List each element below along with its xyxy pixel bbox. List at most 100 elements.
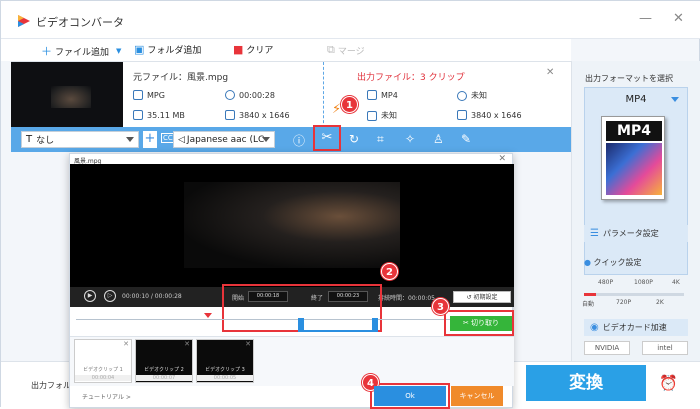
clear-label: クリア bbox=[246, 46, 274, 56]
file-size-icon bbox=[367, 110, 377, 121]
range-start-handle[interactable] bbox=[298, 318, 304, 332]
file-size-icon bbox=[133, 110, 143, 120]
cut-button[interactable]: ✂ 切り取り bbox=[450, 316, 512, 331]
file-row[interactable]: 元ファイル：風景.mpg MPG 00:00:28 35.11 MB 3840 … bbox=[11, 61, 571, 128]
src-format: MPG bbox=[133, 90, 165, 100]
src-size: 35.11 MB bbox=[133, 110, 185, 120]
app-window: ビデオコンバータ — ✕ ＋ ファイル追加 ▼ ▣ フォルダ追加 ■ クリア ⧉… bbox=[0, 0, 700, 409]
audio-track-select[interactable]: ◁ Japanese aac (LC bbox=[173, 131, 275, 148]
source-file-label: 元ファイル：風景.mpg bbox=[133, 73, 229, 83]
timeline-track[interactable] bbox=[76, 319, 506, 320]
video-frame bbox=[184, 182, 400, 268]
remove-file-icon[interactable]: ✕ bbox=[546, 67, 554, 78]
intel-toggle[interactable]: intel bbox=[642, 341, 688, 355]
step-forward-icon[interactable]: ▷ bbox=[104, 290, 116, 302]
tutorial-link[interactable]: チュートリアル > bbox=[82, 392, 131, 401]
current-time: 00:00:10 / 00:00:28 bbox=[122, 293, 182, 300]
trash-icon: ■ bbox=[233, 43, 244, 56]
video-file-icon bbox=[367, 90, 377, 100]
remove-clip-icon[interactable]: ✕ bbox=[245, 340, 251, 348]
output-file-label: 出力ファイル：3 クリップ bbox=[357, 73, 465, 83]
subtitle-edit-icon[interactable]: ✎ bbox=[461, 132, 471, 146]
reset-icon: ↺ bbox=[466, 294, 472, 301]
add-file-label: ファイル追加 bbox=[55, 47, 110, 58]
right-panel: 出力フォーマットを選択 MP4 MP4 ☰ パラメータ設定 ● クイック設定 4… bbox=[571, 61, 700, 361]
parameter-settings-button[interactable]: ☰ パラメータ設定 bbox=[584, 225, 688, 242]
clip-item[interactable]: ✕ ビデオクリップ 2 00:00:07 bbox=[135, 339, 193, 383]
merge-label: マージ bbox=[337, 46, 365, 57]
clock-icon bbox=[457, 90, 467, 101]
add-folder-label: フォルダ追加 bbox=[147, 46, 202, 56]
nvidia-toggle[interactable]: NVIDIA bbox=[584, 341, 630, 355]
edit-toolbar: T なし + CC ◁ Japanese aac (LC ⓘ ↻ ⌗ ✧ ♙ ✎ bbox=[11, 127, 571, 152]
quality-slider[interactable] bbox=[584, 293, 684, 296]
video-preview[interactable] bbox=[70, 164, 514, 287]
close-dialog-icon[interactable]: ✕ bbox=[498, 154, 506, 164]
clip-item[interactable]: ✕ ビデオクリップ 1 00:00:04 bbox=[74, 339, 132, 383]
callout-1: 1 bbox=[341, 96, 358, 113]
ok-button[interactable]: Ok bbox=[374, 386, 446, 406]
format-art bbox=[606, 143, 662, 195]
merge-button[interactable]: ⧉ マージ bbox=[327, 43, 365, 57]
plus-icon: ＋ bbox=[41, 45, 52, 58]
rotate-icon[interactable]: ↻ bbox=[349, 132, 359, 146]
mp4-format-icon-label: MP4 bbox=[606, 121, 662, 141]
watermark-icon[interactable]: ♙ bbox=[433, 132, 444, 146]
selection-range bbox=[300, 322, 376, 332]
speaker-icon: ◁ bbox=[178, 134, 185, 145]
cut-dialog: 風景.mpg ✕ ▶ ▷ 00:00:10 / 00:00:28 開始 00:0… bbox=[69, 153, 514, 409]
out-resolution: 3840 x 1646 bbox=[457, 110, 522, 120]
tick-4k: 4K bbox=[672, 279, 680, 286]
minimize-button[interactable]: — bbox=[639, 11, 652, 26]
resolution-icon bbox=[225, 110, 235, 120]
cut-tool-button[interactable]: ✂ bbox=[313, 125, 341, 151]
tick-480p: 480P bbox=[598, 279, 614, 286]
clear-button[interactable]: ■ クリア bbox=[233, 43, 273, 56]
tick-720p: 720P bbox=[616, 299, 632, 306]
clip-item[interactable]: ✕ ビデオクリップ 3 00:00:05 bbox=[196, 339, 254, 383]
scissors-icon: ✂ bbox=[321, 130, 333, 145]
video-thumbnail[interactable] bbox=[11, 62, 123, 128]
remove-clip-icon[interactable]: ✕ bbox=[184, 340, 190, 348]
text-icon: T bbox=[26, 134, 33, 145]
output-folder-label: 出力フォル bbox=[31, 381, 71, 390]
convert-button[interactable]: 変換 bbox=[526, 365, 646, 401]
sliders-icon: ☰ bbox=[590, 228, 599, 239]
callout-3: 3 bbox=[432, 298, 449, 315]
chevron-down-icon[interactable] bbox=[671, 97, 679, 102]
clip-list: ✕ ビデオクリップ 1 00:00:04 ✕ ビデオクリップ 2 00:00:0… bbox=[70, 336, 514, 386]
out-size: 未知 bbox=[367, 110, 397, 121]
close-window-button[interactable]: ✕ bbox=[673, 11, 684, 26]
add-file-button[interactable]: ＋ ファイル追加 ▼ bbox=[41, 43, 121, 59]
resolution-icon bbox=[457, 110, 467, 120]
format-header: 出力フォーマットを選択 bbox=[585, 74, 673, 83]
scissors-icon: ✂ bbox=[462, 319, 469, 327]
chevron-down-icon[interactable]: ▼ bbox=[116, 47, 121, 55]
alarm-clock-icon[interactable]: ⏰ bbox=[659, 374, 678, 392]
add-subtitle-button[interactable]: + bbox=[143, 131, 157, 148]
playhead-marker[interactable] bbox=[204, 313, 212, 318]
play-icon[interactable]: ▶ bbox=[84, 290, 96, 302]
src-duration: 00:00:28 bbox=[225, 90, 275, 100]
cancel-button[interactable]: キャンセル bbox=[451, 386, 503, 406]
subtitle-select[interactable]: T なし bbox=[21, 131, 139, 148]
gpu-accel-button[interactable]: ◉ ビデオカード加速 bbox=[584, 319, 688, 336]
add-folder-button[interactable]: ▣ フォルダ追加 bbox=[134, 43, 201, 56]
remove-clip-icon[interactable]: ✕ bbox=[123, 340, 129, 348]
app-title: ビデオコンバータ bbox=[36, 16, 124, 29]
quick-setting-label: ● クイック設定 bbox=[584, 258, 642, 267]
range-end-handle[interactable] bbox=[372, 318, 378, 332]
reset-button[interactable]: ↺ 初期設定 bbox=[453, 291, 511, 303]
effects-icon[interactable]: ✧ bbox=[405, 132, 415, 146]
chevron-down-icon bbox=[262, 137, 270, 142]
callout-2: 2 bbox=[381, 263, 398, 280]
info-icon[interactable]: ⓘ bbox=[293, 132, 305, 149]
crop-icon[interactable]: ⌗ bbox=[377, 132, 384, 147]
out-format: MP4 bbox=[367, 90, 398, 100]
format-selector[interactable]: MP4 MP4 bbox=[584, 87, 688, 275]
chevron-down-icon bbox=[126, 137, 134, 142]
video-file-icon bbox=[133, 90, 143, 100]
src-resolution: 3840 x 1646 bbox=[225, 110, 290, 120]
mp4-format-icon: MP4 bbox=[601, 116, 665, 200]
out-duration: 未知 bbox=[457, 90, 487, 101]
